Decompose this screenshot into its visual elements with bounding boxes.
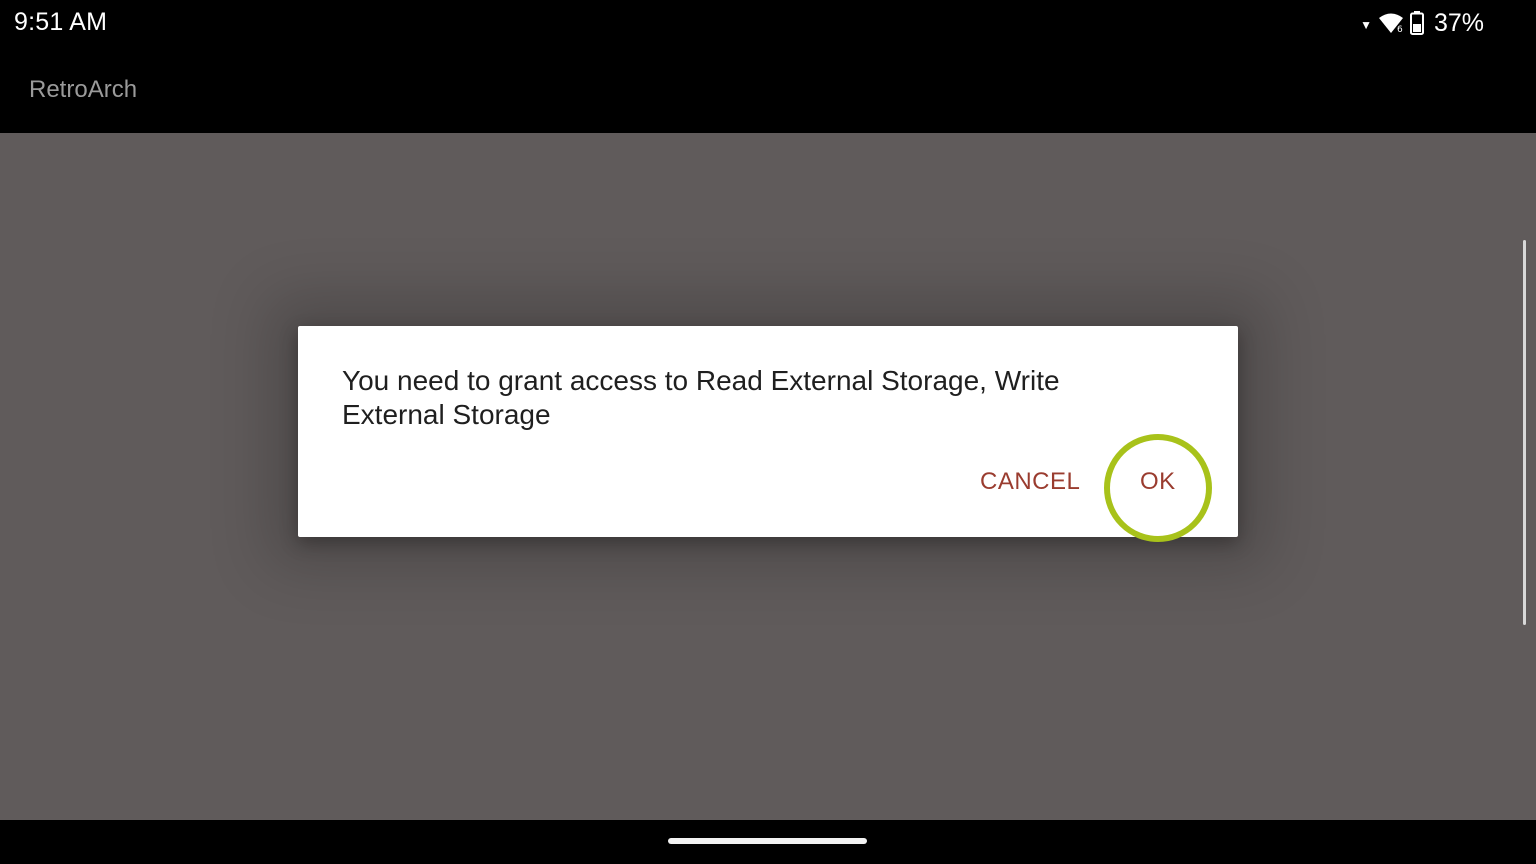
svg-text:6: 6 (1397, 25, 1403, 34)
battery-icon (1409, 11, 1424, 35)
app-bar: RetroArch (0, 48, 1536, 133)
wifi-icon: 6 (1378, 12, 1404, 34)
ok-button[interactable]: OK (1140, 468, 1176, 496)
battery-percent: 37% (1433, 8, 1484, 37)
status-icons: ▼ 6 37% (1360, 8, 1484, 38)
android-screen: 9:51 AM ▼ 6 37% RetroArch You need to gr… (0, 0, 1536, 864)
dialog-message: You need to grant access to Read Externa… (342, 365, 1060, 430)
permission-dialog: You need to grant access to Read Externa… (298, 326, 1238, 542)
navigation-bar (0, 820, 1536, 864)
home-gesture-handle[interactable] (668, 838, 867, 844)
cancel-button[interactable]: CANCEL (980, 468, 1080, 496)
status-bar: 9:51 AM ▼ 6 37% (0, 0, 1536, 48)
status-time: 9:51 AM (14, 8, 108, 36)
scrollbar[interactable] (1523, 240, 1526, 625)
app-title: RetroArch (29, 76, 138, 103)
signal-caret-icon: ▼ (1360, 18, 1372, 32)
